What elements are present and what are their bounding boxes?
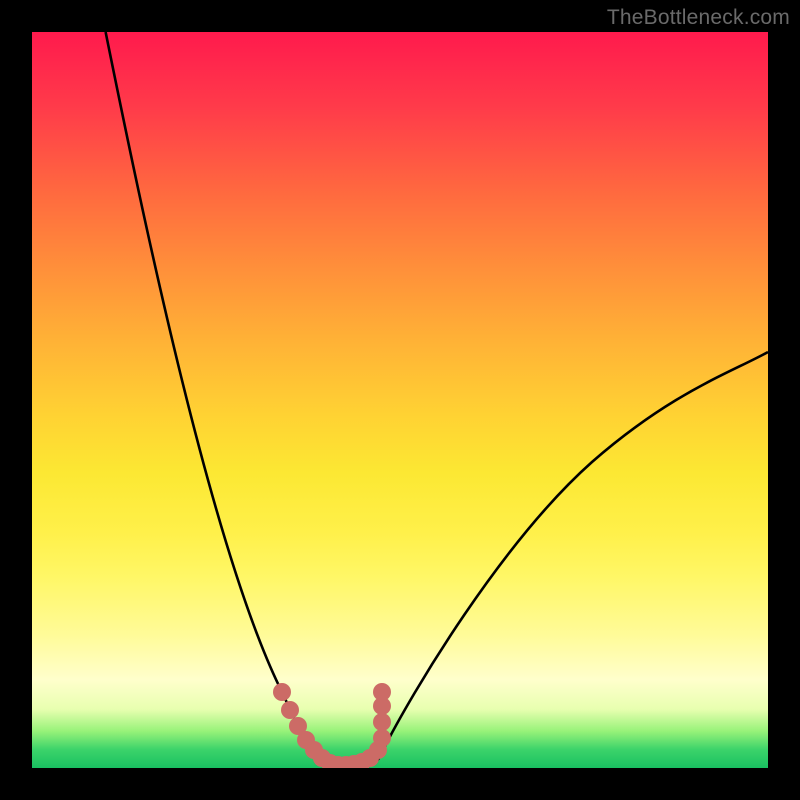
watermark-text: TheBottleneck.com — [607, 6, 790, 30]
bottleneck-curve-svg — [32, 32, 768, 768]
plot-area — [32, 32, 768, 768]
bottleneck-curve — [106, 32, 768, 767]
chart-frame: TheBottleneck.com — [0, 0, 800, 800]
highlight-dots — [273, 683, 391, 768]
